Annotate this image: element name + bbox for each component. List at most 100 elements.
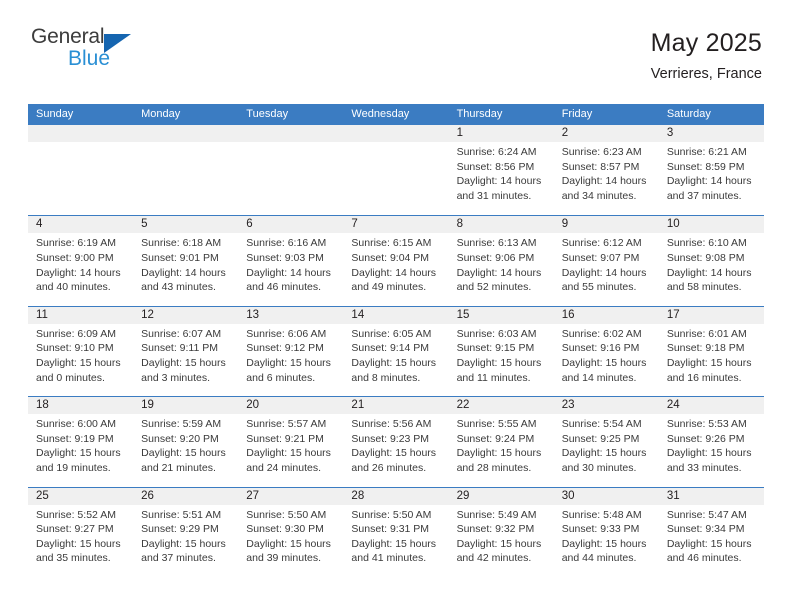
calendar-day-cell[interactable]: 15 Sunrise: 6:03 AM Sunset: 9:15 PM Dayligh… (448, 306, 554, 396)
calendar-day-cell[interactable]: 1 Sunrise: 6:24 AM Sunset: 8:56 PM Daylight… (448, 125, 554, 215)
calendar-day-cell[interactable]: 21 Sunrise: 5:56 AM Sunset: 9:23 PM Dayligh… (343, 397, 449, 486)
calendar-day-cell[interactable]: 6 Sunrise: 6:16 AM Sunset: 9:03 PM Daylight… (238, 216, 344, 305)
day-number-band: 16 (553, 306, 659, 324)
calendar-grid: Sunday Monday Tuesday Wednesday Thursday… (28, 104, 764, 577)
day-details (28, 142, 133, 145)
daylight-text: and 0 minutes. (36, 371, 105, 384)
calendar-day-cell[interactable]: 14 Sunrise: 6:05 AM Sunset: 9:14 PM Dayligh… (343, 306, 449, 396)
calendar-day-cell[interactable]: 25 Sunrise: 5:52 AM Sunset: 9:27 PM Dayligh… (28, 487, 134, 577)
daylight-text: and 58 minutes. (666, 281, 742, 294)
daylight-text: Daylight: 14 hours (456, 175, 542, 188)
calendar-day-cell[interactable]: 17 Sunrise: 6:01 AM Sunset: 9:18 PM Dayligh… (658, 306, 764, 396)
day-number-band: 4 (28, 216, 134, 234)
day-details: Sunrise: 6:15 AM Sunset: 9:04 PM Daylight:… (343, 233, 448, 294)
sunrise-text: Sunrise: 6:05 AM (351, 327, 432, 340)
calendar-day-cell[interactable]: 20 Sunrise: 5:57 AM Sunset: 9:21 PM Dayligh… (238, 397, 344, 486)
title-block: May 2025 Verrieres, France (651, 26, 762, 84)
calendar-day-cell[interactable]: 11 Sunrise: 6:09 AM Sunset: 9:10 PM Dayligh… (28, 306, 134, 396)
day-details: Sunrise: 6:07 AM Sunset: 9:11 PM Daylight:… (133, 324, 238, 385)
calendar-day-cell[interactable]: 4 Sunrise: 6:19 AM Sunset: 9:00 PM Daylight… (28, 216, 134, 305)
day-details: Sunrise: 6:05 AM Sunset: 9:14 PM Daylight:… (343, 324, 448, 385)
logo-text-blue: Blue (68, 47, 111, 70)
day-number-band (133, 125, 239, 142)
calendar-day-cell[interactable]: 12 Sunrise: 6:07 AM Sunset: 9:11 PM Dayligh… (133, 306, 239, 396)
day-number-band: 9 (553, 216, 659, 234)
calendar-day-cell[interactable]: 5 Sunrise: 6:18 AM Sunset: 9:01 PM Daylight… (133, 216, 239, 305)
calendar-day-cell[interactable]: 28 Sunrise: 5:50 AM Sunset: 9:31 PM Dayligh… (343, 487, 449, 577)
day-number-band: 18 (28, 397, 134, 415)
sunrise-text: Sunrise: 5:50 AM (246, 508, 327, 521)
day-number-band: 19 (133, 397, 239, 415)
general-blue-logo[interactable]: General Blue (31, 26, 151, 74)
daylight-text: Daylight: 15 hours (666, 356, 752, 369)
calendar-day-cell[interactable]: 19 Sunrise: 5:59 AM Sunset: 9:20 PM Dayligh… (133, 397, 239, 486)
daylight-text: Daylight: 15 hours (246, 356, 331, 369)
dow-wednesday: Wednesday (351, 108, 410, 120)
daylight-text: and 26 minutes. (351, 461, 427, 474)
calendar-day-cell[interactable]: 13 Sunrise: 6:06 AM Sunset: 9:12 PM Dayligh… (238, 306, 344, 396)
day-details: Sunrise: 6:00 AM Sunset: 9:19 PM Daylight:… (28, 414, 133, 475)
calendar-week-row: 25 Sunrise: 5:52 AM Sunset: 9:27 PM Dayligh… (28, 486, 764, 577)
day-details: Sunrise: 5:55 AM Sunset: 9:24 PM Daylight:… (449, 414, 554, 475)
daylight-text: and 46 minutes. (666, 552, 742, 565)
calendar-day-cell[interactable]: 16 Sunrise: 6:02 AM Sunset: 9:16 PM Dayligh… (553, 306, 659, 396)
daylight-text: Daylight: 15 hours (456, 356, 542, 369)
calendar-day-cell[interactable]: 31 Sunrise: 5:47 AM Sunset: 9:34 PM Dayligh… (658, 487, 764, 577)
calendar-day-cell[interactable]: 24 Sunrise: 5:53 AM Sunset: 9:26 PM Dayligh… (658, 397, 764, 486)
calendar-day-cell-empty (28, 125, 134, 215)
sunset-text: Sunset: 9:03 PM (246, 251, 324, 264)
calendar-day-cell[interactable]: 30 Sunrise: 5:48 AM Sunset: 9:33 PM Dayligh… (553, 487, 659, 577)
calendar-day-cell[interactable]: 23 Sunrise: 5:54 AM Sunset: 9:25 PM Dayligh… (553, 397, 659, 486)
daylight-text: Daylight: 14 hours (561, 266, 647, 279)
calendar-day-cell[interactable]: 26 Sunrise: 5:51 AM Sunset: 9:29 PM Dayligh… (133, 487, 239, 577)
day-details: Sunrise: 5:54 AM Sunset: 9:25 PM Daylight:… (554, 414, 659, 475)
daylight-text: Daylight: 14 hours (36, 266, 121, 279)
calendar-day-cell[interactable]: 18 Sunrise: 6:00 AM Sunset: 9:19 PM Dayligh… (28, 397, 134, 486)
day-number-band: 17 (658, 306, 764, 324)
sunset-text: Sunset: 9:18 PM (666, 342, 745, 355)
calendar-day-cell[interactable]: 10 Sunrise: 6:10 AM Sunset: 9:08 PM Dayligh… (658, 216, 764, 305)
daylight-text: and 33 minutes. (666, 461, 742, 474)
daylight-text: Daylight: 15 hours (141, 356, 226, 369)
calendar-page: General Blue May 2025 Verrieres, France … (0, 0, 792, 612)
calendar-day-cell[interactable]: 27 Sunrise: 5:50 AM Sunset: 9:30 PM Dayligh… (238, 487, 344, 577)
daylight-text: Daylight: 14 hours (456, 266, 542, 279)
day-number: 24 (666, 399, 680, 412)
sunset-text: Sunset: 9:23 PM (351, 432, 430, 445)
calendar-day-cell[interactable]: 2 Sunrise: 6:23 AM Sunset: 8:57 PM Daylight… (553, 125, 659, 215)
calendar-day-cell[interactable]: 3 Sunrise: 6:21 AM Sunset: 8:59 PM Daylight… (658, 125, 764, 215)
day-number: 11 (36, 308, 48, 321)
day-number-band (343, 125, 449, 142)
calendar-day-cell[interactable]: 22 Sunrise: 5:55 AM Sunset: 9:24 PM Dayligh… (448, 397, 554, 486)
sunrise-text: Sunrise: 5:54 AM (561, 418, 642, 431)
day-number: 17 (666, 308, 680, 321)
daylight-text: and 39 minutes. (246, 552, 321, 565)
daylight-text: and 24 minutes. (246, 461, 321, 474)
sunrise-text: Sunrise: 5:49 AM (456, 508, 537, 521)
day-details: Sunrise: 6:12 AM Sunset: 9:07 PM Daylight:… (554, 233, 659, 294)
calendar-day-cell[interactable]: 29 Sunrise: 5:49 AM Sunset: 9:32 PM Dayligh… (448, 487, 554, 577)
day-number-band: 21 (343, 397, 449, 415)
day-number: 19 (141, 399, 154, 412)
calendar-day-cell[interactable]: 7 Sunrise: 6:15 AM Sunset: 9:04 PM Daylight… (343, 216, 449, 305)
day-number-band: 20 (238, 397, 344, 415)
daylight-text: Daylight: 15 hours (36, 356, 121, 369)
day-details (343, 142, 448, 145)
day-details: Sunrise: 6:03 AM Sunset: 9:15 PM Daylight:… (449, 324, 554, 385)
sunset-text: Sunset: 9:12 PM (246, 342, 324, 355)
sunset-text: Sunset: 8:57 PM (561, 160, 640, 173)
sunrise-text: Sunrise: 5:51 AM (141, 508, 222, 521)
sunrise-text: Sunrise: 6:18 AM (141, 237, 222, 250)
day-number-band: 30 (553, 487, 659, 505)
daylight-text: and 8 minutes. (351, 371, 421, 384)
calendar-day-cell[interactable]: 8 Sunrise: 6:13 AM Sunset: 9:06 PM Daylight… (448, 216, 554, 305)
day-number: 5 (141, 218, 148, 231)
sunset-text: Sunset: 9:06 PM (456, 251, 535, 264)
daylight-text: and 46 minutes. (246, 281, 321, 294)
day-number-band: 7 (343, 216, 449, 234)
calendar-day-cell[interactable]: 9 Sunrise: 6:12 AM Sunset: 9:07 PM Daylight… (553, 216, 659, 305)
day-number-band: 13 (238, 306, 344, 324)
day-details: Sunrise: 6:23 AM Sunset: 8:57 PM Daylight:… (554, 142, 659, 203)
sunrise-text: Sunrise: 5:56 AM (351, 418, 432, 431)
sunset-text: Sunset: 9:29 PM (141, 523, 219, 536)
